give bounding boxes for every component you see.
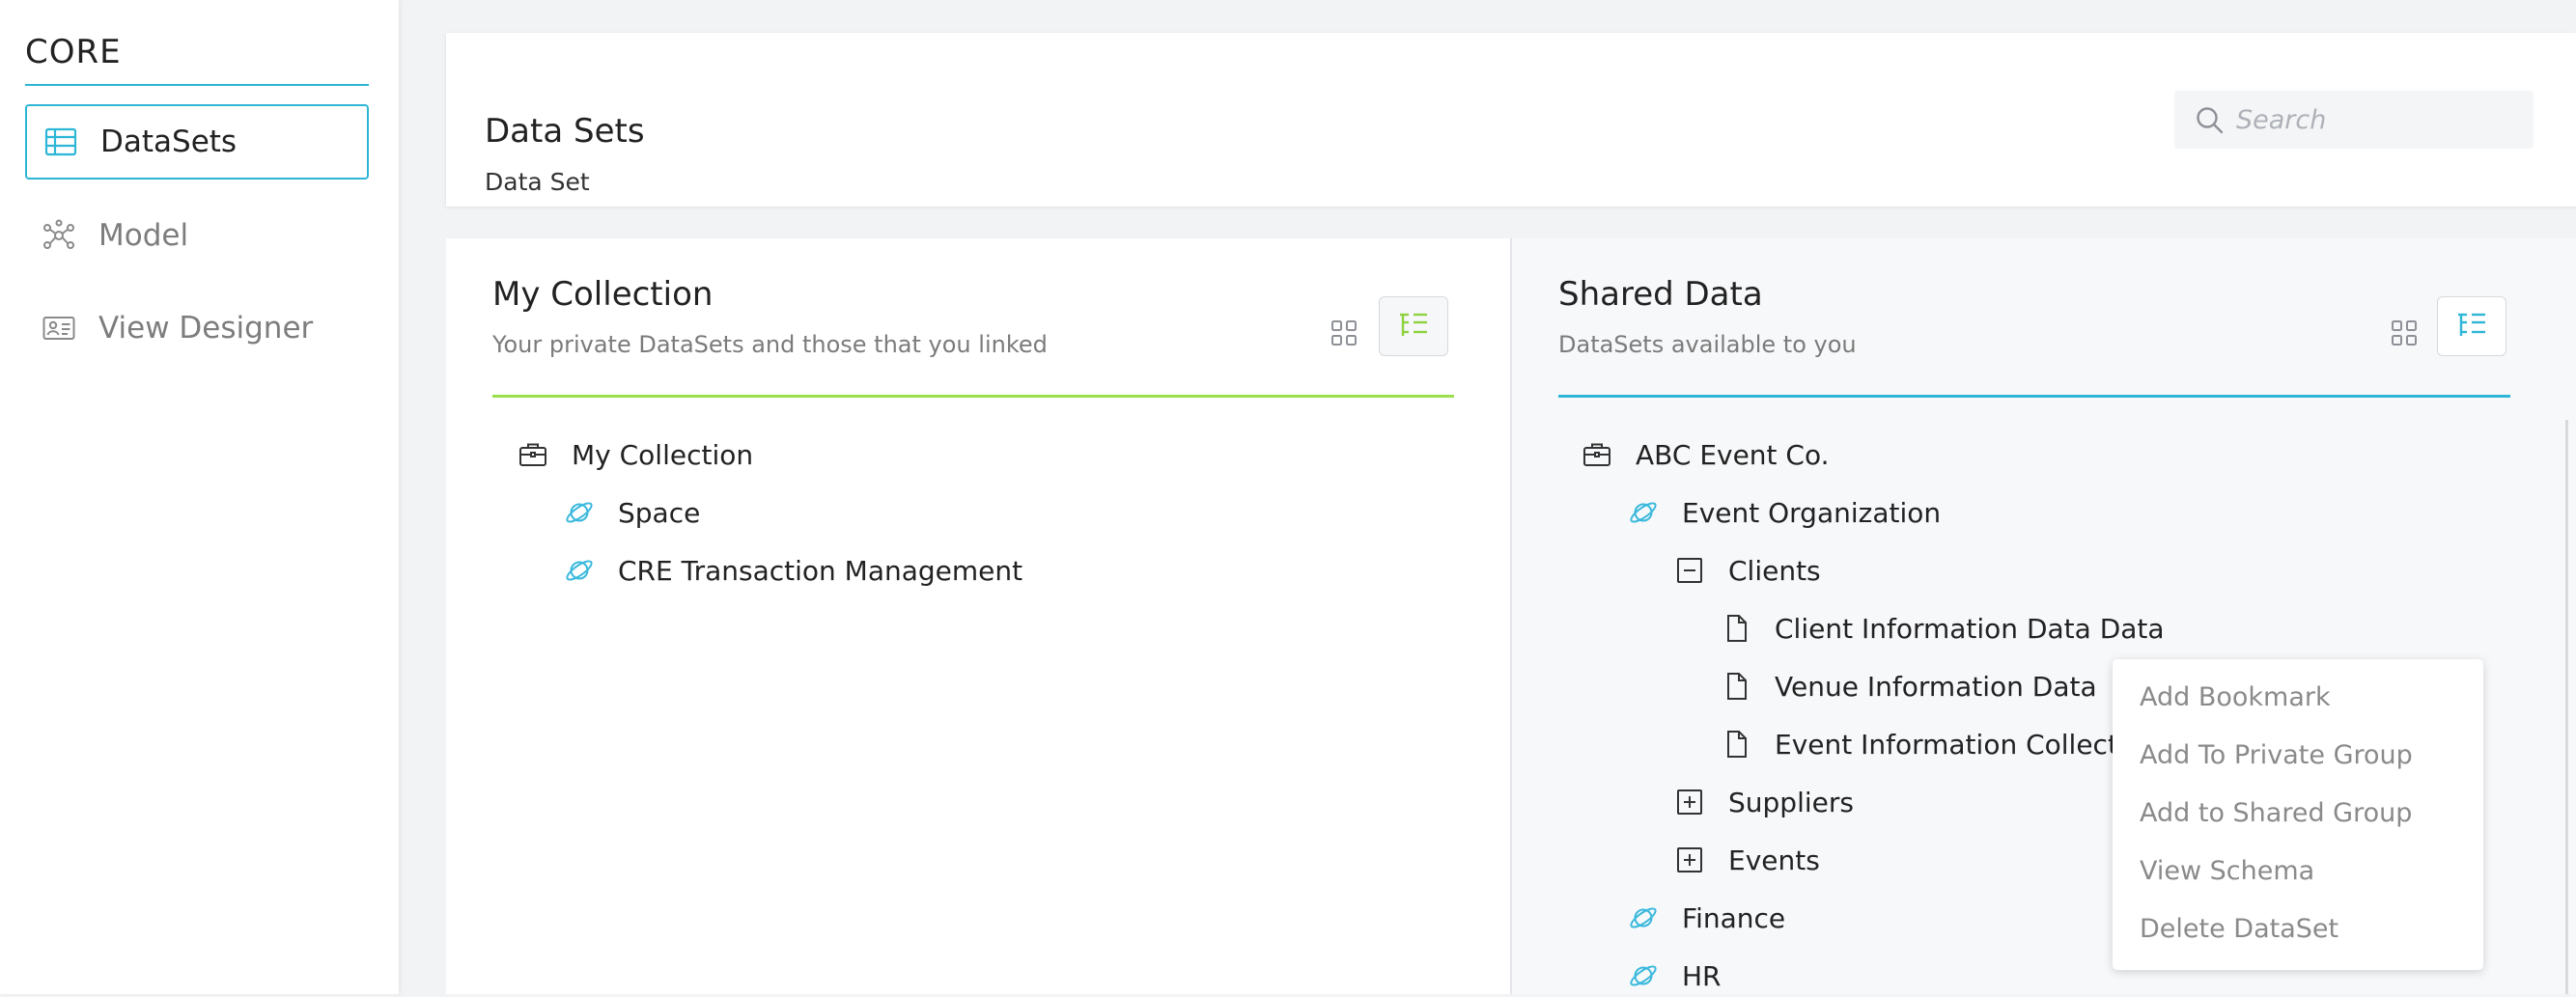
tree-item-label: ABC Event Co. bbox=[1636, 438, 1830, 471]
file-icon bbox=[1727, 731, 1747, 758]
tree-item-label: Space bbox=[618, 496, 701, 529]
planet-icon bbox=[566, 560, 593, 581]
expand-icon[interactable] bbox=[1674, 787, 1705, 817]
briefcase-icon bbox=[519, 443, 546, 466]
tree-item-label: Venue Information Data bbox=[1775, 670, 2097, 703]
tree-view-button[interactable] bbox=[1379, 296, 1448, 356]
panel-divider bbox=[492, 395, 1454, 398]
expand-icon[interactable] bbox=[1674, 845, 1705, 875]
sidebar-item-label: DataSets bbox=[100, 125, 238, 159]
sidebar: CORE DataSets Model View Designer bbox=[0, 0, 399, 994]
panel-divider bbox=[1558, 395, 2510, 398]
tree-item-label: Event Information Collection bbox=[1775, 728, 2160, 761]
search-icon bbox=[2197, 107, 2224, 134]
tree-item-root[interactable]: ABC Event Co. bbox=[1582, 433, 1830, 476]
tree-item-events[interactable]: Events bbox=[1674, 839, 1820, 881]
panel-subtitle: DataSets available to you bbox=[1558, 331, 1857, 358]
menu-item-delete-dataset[interactable]: Delete DataSet bbox=[2140, 914, 2338, 944]
tree-view-button[interactable] bbox=[2437, 296, 2506, 356]
page-title: Data Sets bbox=[485, 112, 645, 151]
menu-item-add-to-private-group[interactable]: Add To Private Group bbox=[2140, 740, 2413, 770]
page-subtitle: Data Set bbox=[485, 168, 590, 196]
id-card-icon bbox=[42, 317, 75, 340]
tree-item-clients[interactable]: Clients bbox=[1674, 549, 1821, 592]
planet-icon bbox=[1630, 502, 1657, 523]
tree-item-label: Finance bbox=[1682, 901, 1786, 934]
planet-icon bbox=[1630, 965, 1657, 986]
tree-view-icon bbox=[2458, 313, 2485, 336]
search-input[interactable] bbox=[2234, 103, 2528, 136]
tree-item-label: Suppliers bbox=[1728, 786, 1854, 818]
tree-item-label: Events bbox=[1728, 844, 1820, 876]
brand-logo: CORE bbox=[25, 33, 122, 71]
my-collection-panel: My Collection Your private DataSets and … bbox=[446, 238, 1510, 994]
panel-title: My Collection bbox=[492, 275, 714, 314]
planet-icon bbox=[1630, 907, 1657, 928]
table-icon bbox=[44, 127, 77, 156]
tree-item-group[interactable]: Event Organization bbox=[1628, 491, 1941, 534]
sidebar-item-label: Model bbox=[98, 218, 189, 253]
tree-item-root[interactable]: My Collection bbox=[518, 433, 753, 476]
tree-item-label: Client Information Data Data bbox=[1775, 612, 2165, 645]
sidebar-item-label: View Designer bbox=[98, 311, 314, 346]
tree-item-label: HR bbox=[1682, 959, 1722, 992]
grid-view-icon[interactable] bbox=[2387, 316, 2422, 350]
file-icon bbox=[1727, 673, 1747, 700]
tree-item-suppliers[interactable]: Suppliers bbox=[1674, 781, 1854, 823]
panel-subtitle: Your private DataSets and those that you… bbox=[492, 331, 1048, 358]
tree-item-dataset[interactable]: Venue Information Data bbox=[1721, 665, 2097, 707]
sidebar-item-view-designer[interactable]: View Designer bbox=[25, 291, 369, 366]
tree-item-label: CRE Transaction Management bbox=[618, 554, 1023, 587]
tree-item-label: Event Organization bbox=[1682, 496, 1942, 529]
menu-item-view-schema[interactable]: View Schema bbox=[2140, 856, 2314, 886]
tree-item-label: Clients bbox=[1728, 554, 1821, 587]
sidebar-item-model[interactable]: Model bbox=[25, 198, 369, 273]
page-header: Data Sets Data Set bbox=[446, 33, 2576, 207]
planet-icon bbox=[566, 502, 593, 523]
grid-view-icon[interactable] bbox=[1327, 316, 1361, 350]
briefcase-icon bbox=[1583, 443, 1610, 466]
collapse-icon[interactable] bbox=[1674, 555, 1705, 586]
panel-title: Shared Data bbox=[1558, 275, 1763, 314]
brand-divider bbox=[25, 84, 369, 86]
menu-item-add-to-shared-group[interactable]: Add to Shared Group bbox=[2140, 798, 2412, 828]
menu-item-add-bookmark[interactable]: Add Bookmark bbox=[2140, 682, 2331, 712]
tree-item-dataset[interactable]: Space bbox=[564, 491, 700, 534]
tree-view-icon bbox=[1400, 313, 1427, 336]
tree-item-label: My Collection bbox=[572, 438, 754, 471]
file-icon bbox=[1727, 615, 1747, 642]
tree-item-dataset[interactable]: CRE Transaction Management bbox=[564, 549, 1022, 592]
search-box[interactable] bbox=[2174, 91, 2534, 149]
tree-item-dataset[interactable]: Event Information Collection bbox=[1721, 723, 2160, 765]
scrollbar[interactable] bbox=[2565, 420, 2568, 994]
sidebar-item-datasets[interactable]: DataSets bbox=[25, 104, 369, 180]
context-menu: Add Bookmark Add To Private Group Add to… bbox=[2113, 659, 2483, 970]
tree-item-group[interactable]: HR bbox=[1628, 955, 1722, 997]
tree-item-dataset[interactable]: Client Information Data Data bbox=[1721, 607, 2165, 650]
network-icon bbox=[43, 219, 74, 249]
tree-item-group[interactable]: Finance bbox=[1628, 897, 1785, 939]
